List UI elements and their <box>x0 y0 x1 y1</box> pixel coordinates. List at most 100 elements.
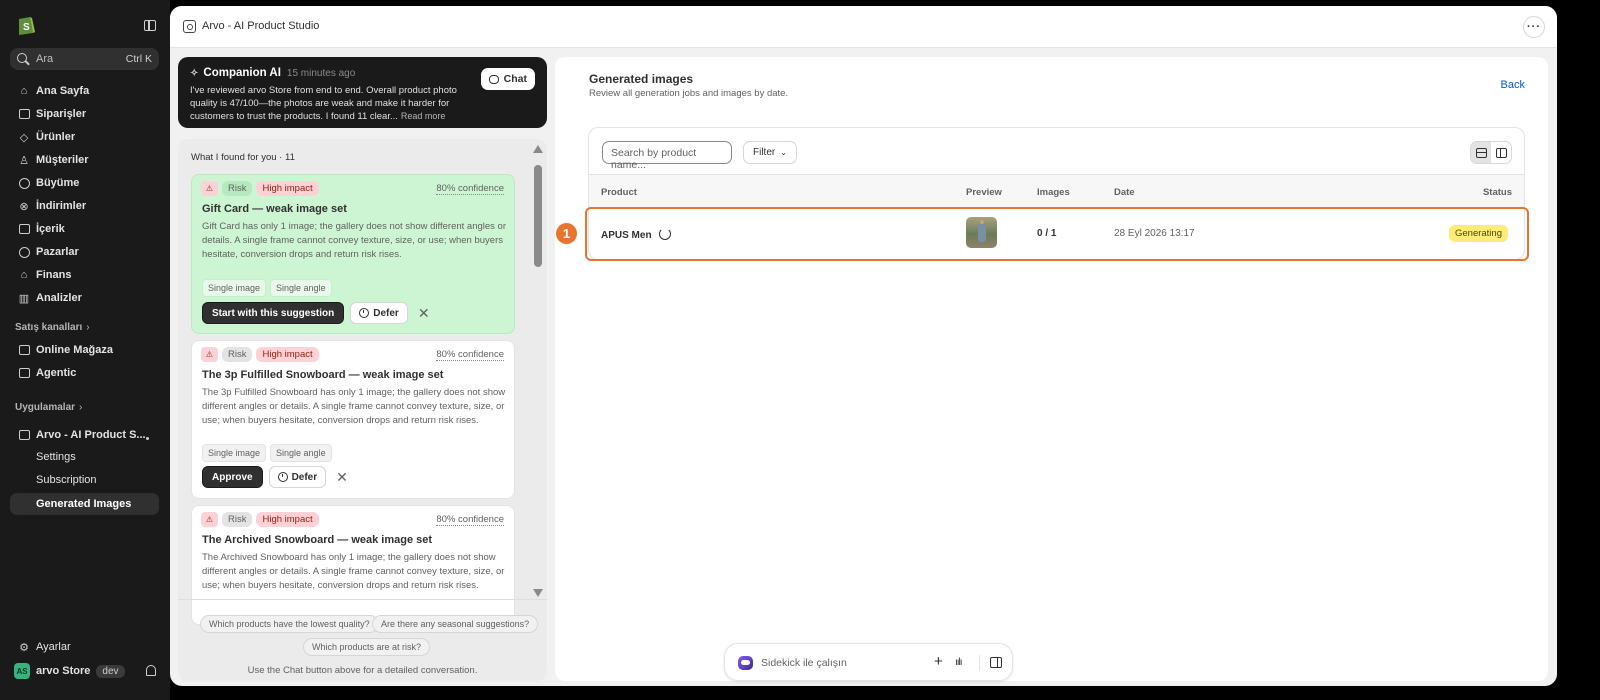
sidekick-input[interactable]: Sidekick ile çalışın <box>761 657 847 669</box>
sidebar-search[interactable]: Ara Ctrl K <box>10 48 159 70</box>
column-header-status[interactable]: Status <box>1483 187 1512 198</box>
chat-button[interactable]: Chat <box>480 68 535 90</box>
findings-scrollbar[interactable] <box>532 145 544 597</box>
sidebar-top: S <box>14 14 158 36</box>
chip: Single angle <box>270 444 332 462</box>
sidekick-icon <box>738 656 753 670</box>
agentic-icon <box>18 367 30 379</box>
clock-icon <box>359 308 370 318</box>
sidebar-item-icerik[interactable]: İçerik <box>10 218 160 240</box>
impact-tag: High impact <box>256 347 319 362</box>
sidebar-item-label: Arvo - AI Product S... <box>36 429 146 441</box>
list-view-button[interactable] <box>1471 142 1491 163</box>
sidebar-item-ayarlar[interactable]: ⚙ Ayarlar <box>10 636 160 658</box>
impact-tag: High impact <box>256 181 319 196</box>
sidebar-item-musteriler[interactable]: ♙ Müşteriler <box>10 149 160 171</box>
defer-label: Defer <box>291 471 318 483</box>
bell-icon[interactable] <box>146 665 156 676</box>
sidebar-item-label: Analizler <box>36 292 82 304</box>
more-options-button[interactable]: ··· <box>1523 16 1545 38</box>
sidebar-item-label: Büyüme <box>36 177 80 189</box>
store-switcher[interactable]: AS arvo Store dev <box>14 662 162 680</box>
back-link[interactable]: Back <box>1501 79 1525 91</box>
sales-channels-heading[interactable]: Satış kanalları › <box>15 322 90 333</box>
question-chip[interactable]: Which products have the lowest quality? <box>200 615 379 633</box>
sidebar-collapse-icon[interactable] <box>144 20 156 31</box>
app-title: Arvo - AI Product Studio <box>202 20 320 32</box>
bank-icon: ⌂ <box>20 269 28 281</box>
admin-sidebar: S Ara Ctrl K ⌂ Ana Sayfa Siparişler ◇ Ür… <box>0 0 170 700</box>
search-icon <box>17 53 27 63</box>
column-header-product[interactable]: Product <box>601 187 637 198</box>
dismiss-close-icon[interactable]: ✕ <box>418 306 430 320</box>
highlight-annotation-box <box>585 207 1529 261</box>
app-icon <box>183 20 196 33</box>
sidebar-item-finans[interactable]: ⌂ Finans <box>10 264 160 286</box>
sparkle-icon: ✧ <box>190 68 199 79</box>
app-pin-dot <box>146 437 149 440</box>
sidebar-item-agentic[interactable]: Agentic <box>10 362 160 384</box>
sidebar-subitem-generated-images[interactable]: Generated Images <box>10 493 159 515</box>
column-header-preview[interactable]: Preview <box>966 187 1002 198</box>
sidebar-subitem-settings[interactable]: Settings <box>10 446 160 468</box>
sidekick-bar[interactable]: Sidekick ile çalışın + ıılı <box>724 643 1013 681</box>
sidebar-item-siparisler[interactable]: Siparişler <box>10 103 160 125</box>
risk-tag: Risk <box>222 181 253 196</box>
read-more-link[interactable]: Read more <box>401 111 446 121</box>
inbox-icon <box>18 108 30 120</box>
sidebar-item-indirimler[interactable]: ⊗ İndirimler <box>10 195 160 217</box>
grid-view-button[interactable] <box>1491 142 1511 163</box>
sidebar-item-ana-sayfa[interactable]: ⌂ Ana Sayfa <box>10 80 160 102</box>
shopify-logo[interactable]: S <box>16 14 36 36</box>
chat-bubble-icon <box>488 74 499 84</box>
side-panel-icon[interactable] <box>990 657 1002 668</box>
column-header-images[interactable]: Images <box>1037 187 1070 198</box>
sidebar-subitem-subscription[interactable]: Subscription <box>10 469 160 491</box>
scroll-thumb[interactable] <box>534 165 542 267</box>
approve-button[interactable]: Approve <box>202 466 263 488</box>
suggestion-chips: Single image Single angle <box>202 444 332 462</box>
apps-heading[interactable]: Uygulamalar › <box>15 402 82 413</box>
gauge-icon <box>18 177 30 189</box>
bar-chart-icon: ▥ <box>18 292 30 305</box>
companion-title: Companion AI <box>203 67 281 79</box>
home-icon: ⌂ <box>20 85 28 97</box>
question-chip[interactable]: Which products are at risk? <box>303 638 431 656</box>
person-icon: ♙ <box>19 154 29 167</box>
plus-icon[interactable]: + <box>934 653 943 670</box>
confidence-label[interactable]: 80% confidence <box>436 183 504 195</box>
suggestion-title: Gift Card — weak image set <box>202 203 347 215</box>
svg-text:S: S <box>23 22 30 33</box>
product-search-input[interactable]: Search by product name... <box>602 141 732 171</box>
sidebar-item-pazarlar[interactable]: Pazarlar <box>10 241 160 263</box>
sidebar-item-urunler[interactable]: ◇ Ürünler <box>10 126 160 148</box>
suggestion-actions: Approve Defer ✕ <box>202 466 348 488</box>
app-window: Arvo - AI Product Studio ··· ✧ Companion … <box>170 6 1557 686</box>
defer-button[interactable]: Defer <box>350 302 408 324</box>
suggestion-body: The Archived Snowboard has only 1 image;… <box>202 552 505 591</box>
filter-button[interactable]: Filter ⌄ <box>743 141 797 164</box>
voice-icon[interactable]: ıılı <box>955 657 963 668</box>
findings-panel: What I found for you · 11 ⚠ Risk High im… <box>178 139 547 681</box>
chip: Single angle <box>270 279 332 297</box>
confidence-label[interactable]: 80% confidence <box>436 514 504 526</box>
question-chip[interactable]: Are there any seasonal suggestions? <box>372 615 539 633</box>
search-placeholder: Ara <box>36 53 54 65</box>
sidebar-item-label: Online Mağaza <box>36 344 114 356</box>
confidence-label[interactable]: 80% confidence <box>436 349 504 361</box>
sidebar-item-online-magaza[interactable]: Online Mağaza <box>10 339 160 361</box>
sidebar-item-arvo-app[interactable]: Arvo - AI Product S... <box>10 424 160 446</box>
start-suggestion-button[interactable]: Start with this suggestion <box>202 302 345 324</box>
sidebar-item-analizler[interactable]: ▥ Analizler <box>10 287 160 309</box>
dismiss-close-icon[interactable]: ✕ <box>336 470 348 484</box>
chevron-right-icon: › <box>86 322 90 333</box>
sidebar-item-label: Siparişler <box>36 108 87 120</box>
sidebar-item-buyume[interactable]: Büyüme <box>10 172 160 194</box>
scroll-up-arrow-icon[interactable] <box>533 145 543 153</box>
annotation-marker: 1 <box>556 223 577 244</box>
defer-label: Defer <box>373 307 399 319</box>
column-header-date[interactable]: Date <box>1114 187 1135 198</box>
defer-button[interactable]: Defer <box>268 466 327 488</box>
gear-icon: ⚙ <box>19 641 29 654</box>
scroll-down-arrow-icon[interactable] <box>533 589 543 597</box>
